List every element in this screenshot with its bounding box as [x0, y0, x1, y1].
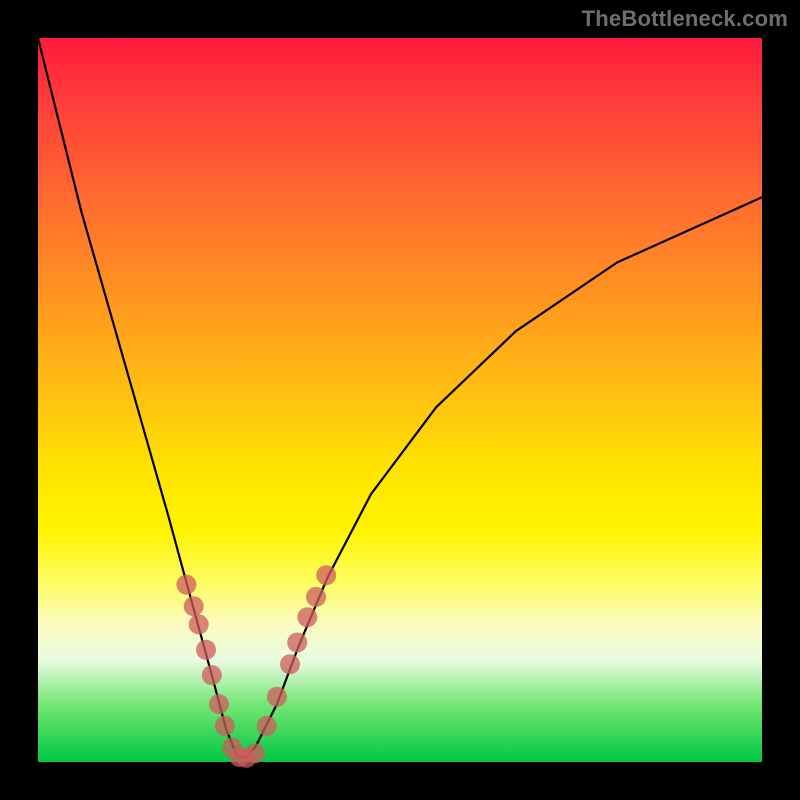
- sample-dot: [306, 587, 326, 607]
- sample-dot: [176, 575, 196, 595]
- sample-dot: [316, 565, 336, 585]
- sample-dot: [257, 716, 277, 736]
- chart-stage: TheBottleneck.com: [0, 0, 800, 800]
- sample-dot: [209, 694, 229, 714]
- sample-dot: [202, 665, 222, 685]
- sample-dot: [280, 654, 300, 674]
- bottleneck-curve: [38, 38, 762, 758]
- sample-dot: [189, 614, 209, 634]
- sample-dot: [215, 716, 235, 736]
- sample-dot: [287, 633, 307, 653]
- sample-dot: [196, 640, 216, 660]
- sample-dots: [176, 565, 336, 768]
- sample-dot: [297, 607, 317, 627]
- chart-overlay: [38, 38, 762, 762]
- sample-dot: [267, 687, 287, 707]
- sample-dot: [184, 596, 204, 616]
- sample-dot: [245, 743, 265, 763]
- watermark-text: TheBottleneck.com: [582, 6, 788, 32]
